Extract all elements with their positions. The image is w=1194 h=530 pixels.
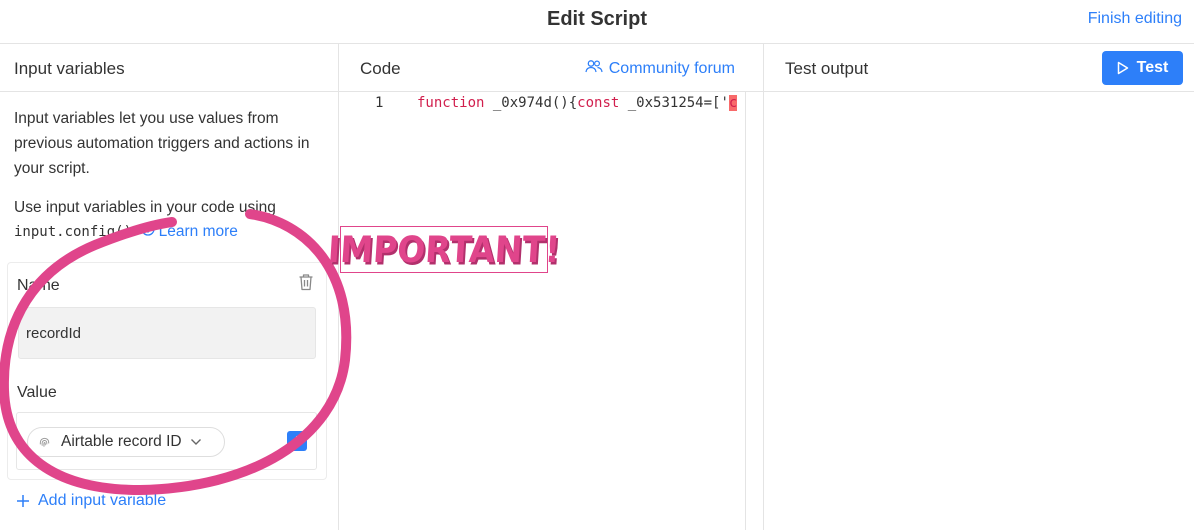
variable-value-box: Airtable record ID bbox=[16, 412, 317, 470]
code-editor[interactable]: function _0x974d(){const _0x531254=['c bbox=[417, 95, 761, 111]
test-button-label: Test bbox=[1136, 59, 1169, 76]
important-sticker-text: IMPORTANT! bbox=[326, 228, 562, 271]
usage-hint: Use input variables in your code using i… bbox=[14, 196, 329, 244]
input-variables-title: Input variables bbox=[14, 59, 125, 78]
test-output-title: Test output bbox=[785, 59, 869, 78]
code-keyword: function bbox=[417, 95, 485, 111]
important-sticker: IMPORTANT! bbox=[327, 226, 561, 273]
community-forum-link[interactable]: Community forum bbox=[585, 59, 735, 78]
value-token-label: Airtable record ID bbox=[61, 433, 182, 450]
chevron-down-icon bbox=[190, 438, 202, 446]
test-button[interactable]: Test bbox=[1102, 51, 1183, 85]
input-variables-header: Input variables bbox=[0, 44, 338, 92]
add-input-variable-button[interactable]: Add input variable bbox=[16, 492, 166, 510]
community-forum-label: Community forum bbox=[608, 59, 735, 77]
page-title: Edit Script bbox=[546, 8, 647, 30]
code-token: _0x531254=[' bbox=[619, 95, 729, 111]
line-number: 1 bbox=[375, 95, 384, 111]
input-variables-panel: Input variables Input variables let you … bbox=[0, 44, 339, 530]
input-variable-card: Name recordId Value Airtable record ID bbox=[7, 262, 327, 480]
code-panel: Code Community forum 1 function _0x974d(… bbox=[339, 44, 764, 530]
value-label: Value bbox=[17, 384, 57, 401]
plus-icon bbox=[17, 495, 29, 507]
add-input-variable-label: Add input variable bbox=[38, 492, 167, 509]
usage-suffix: . bbox=[132, 223, 137, 240]
help-circle-icon bbox=[140, 220, 155, 244]
editor-scrollbar-divider bbox=[745, 92, 746, 530]
code-string: c bbox=[728, 95, 738, 111]
finish-editing-link[interactable]: Finish editing bbox=[1088, 10, 1182, 28]
test-output-header: Test output Test bbox=[764, 44, 1194, 92]
variable-name-input[interactable]: recordId bbox=[18, 307, 316, 359]
code-title: Code bbox=[360, 59, 401, 78]
code-keyword: const bbox=[577, 95, 620, 111]
fingerprint-icon bbox=[38, 436, 51, 449]
play-icon bbox=[1117, 61, 1128, 75]
input-variables-description: Input variables let you use values from … bbox=[14, 110, 310, 177]
name-label: Name bbox=[17, 277, 60, 294]
users-icon bbox=[585, 59, 603, 78]
code-token: _0x974d(){ bbox=[484, 95, 578, 111]
variable-name-value: recordId bbox=[26, 325, 82, 342]
top-bar: Edit Script Finish editing bbox=[0, 0, 1194, 44]
learn-more-link[interactable]: Learn more bbox=[140, 220, 238, 244]
usage-prefix: Use input variables in your code using bbox=[14, 199, 276, 216]
usage-code: input.config() bbox=[14, 224, 133, 240]
trash-icon[interactable] bbox=[298, 273, 314, 296]
plus-icon bbox=[292, 436, 302, 446]
code-header: Code Community forum bbox=[339, 44, 763, 92]
learn-more-label: Learn more bbox=[158, 223, 238, 240]
value-token-pill[interactable]: Airtable record ID bbox=[27, 427, 225, 457]
test-output-panel: Test output Test bbox=[764, 44, 1194, 530]
add-value-button[interactable] bbox=[287, 431, 307, 451]
